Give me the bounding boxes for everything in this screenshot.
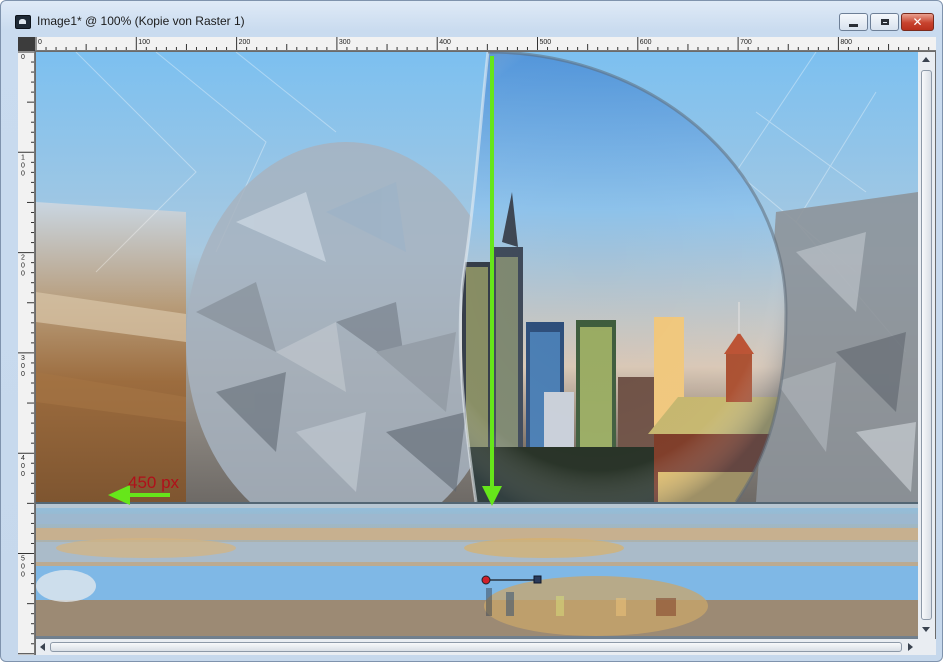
ruler-label: 400 — [439, 39, 451, 46]
ruler-label: 2 — [21, 255, 25, 262]
horizontal-scroll-thumb[interactable] — [50, 642, 902, 652]
image-canvas[interactable]: 450 px — [36, 52, 918, 639]
ruler-label: 500 — [540, 39, 552, 46]
title-bar[interactable]: Image1* @ 100% (Kopie von Raster 1) ✕ — [1, 1, 942, 35]
canvas-area: 0 100 200 300 400 500 600 700 800 01002003004005… — [18, 37, 936, 655]
ruler-label: 100 — [138, 39, 150, 46]
vertical-ruler-scale: 0100200300400500 — [18, 51, 34, 655]
vertical-scrollbar[interactable] — [918, 52, 935, 639]
horizontal-scrollbar[interactable] — [36, 639, 918, 655]
minimize-icon — [849, 23, 858, 27]
scrollbar-corner — [918, 639, 936, 655]
ruler-label: 600 — [640, 39, 652, 46]
window-title: Image1* @ 100% (Kopie von Raster 1) — [37, 14, 245, 28]
horizontal-ruler[interactable]: 0 100 200 300 400 500 600 700 800 — [35, 37, 936, 51]
ruler-label: 0 — [21, 572, 25, 579]
ruler-label: 0 — [21, 363, 25, 370]
image-artwork: 450 px — [36, 52, 918, 639]
ruler-label: 0 — [21, 271, 25, 278]
close-button[interactable]: ✕ — [901, 13, 934, 31]
ruler-label: 0 — [38, 39, 42, 46]
scroll-left-icon[interactable] — [40, 643, 45, 651]
ruler-label: 0 — [21, 564, 25, 571]
ruler-label: 4 — [21, 455, 25, 462]
ruler-label: 3 — [21, 355, 25, 362]
maximize-icon — [880, 19, 889, 25]
ruler-label: 0 — [21, 170, 25, 177]
ruler-label: 800 — [840, 39, 852, 46]
maximize-button[interactable] — [870, 13, 899, 31]
horizontal-ruler-scale: 0 100 200 300 400 500 600 700 800 — [35, 37, 930, 50]
close-icon: ✕ — [912, 15, 923, 29]
scroll-up-icon[interactable] — [922, 57, 930, 62]
ruler-label: 200 — [239, 39, 251, 46]
image-document-icon — [15, 15, 31, 29]
minimize-button[interactable] — [839, 13, 868, 31]
ruler-label: 0 — [21, 371, 25, 378]
ruler-label: 0 — [21, 54, 25, 61]
ruler-label: 0 — [21, 263, 25, 270]
scroll-right-icon[interactable] — [908, 643, 913, 651]
vertical-ruler[interactable]: 0100200300400500 — [18, 51, 35, 655]
ruler-label: 1 — [21, 154, 25, 161]
vertical-scroll-thumb[interactable] — [921, 70, 932, 620]
scroll-down-icon[interactable] — [922, 627, 930, 632]
ruler-label: 0 — [21, 471, 25, 478]
ruler-corner — [18, 37, 35, 51]
ruler-label: 700 — [740, 39, 752, 46]
image-window: Image1* @ 100% (Kopie von Raster 1) ✕ 01… — [0, 0, 943, 662]
ruler-label: 300 — [339, 39, 351, 46]
ruler-label: 0 — [21, 463, 25, 470]
ruler-label: 5 — [21, 556, 25, 563]
annotation-label: 450 px — [128, 473, 180, 492]
ruler-label: 0 — [21, 162, 25, 169]
